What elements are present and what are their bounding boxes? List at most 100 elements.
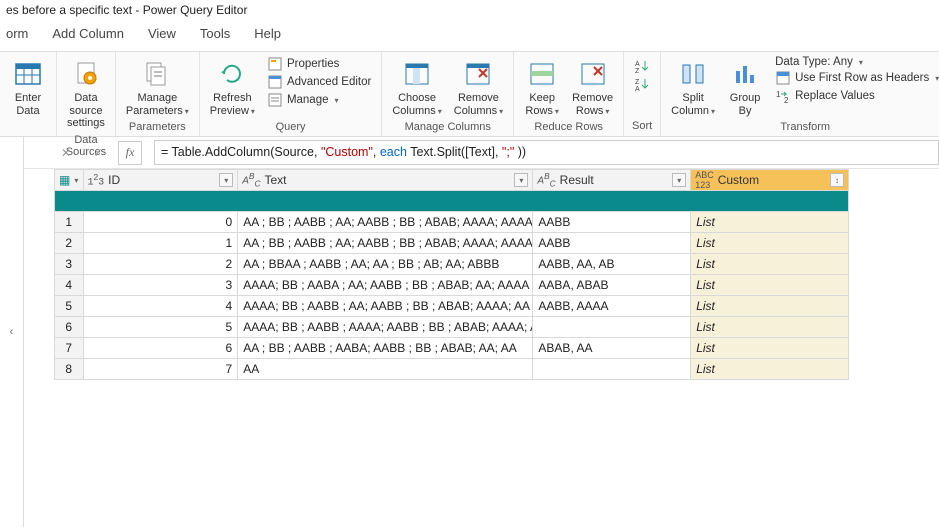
cell-text[interactable]: AAAA; BB ; AABB ; AAAA; AABB ; BB ; ABAB… bbox=[238, 317, 533, 338]
use-first-row-icon bbox=[775, 70, 791, 86]
fx-button[interactable]: fx bbox=[118, 141, 142, 165]
data-source-settings-button[interactable]: Data source settings bbox=[61, 54, 111, 132]
replace-values-icon: 12 bbox=[775, 88, 791, 104]
ribbon: Enter Data . Data source settings Data S… bbox=[0, 51, 939, 137]
table-row[interactable]: 10AA ; BB ; AABB ; AA; AABB ; BB ; ABAB;… bbox=[55, 212, 849, 233]
cell-result[interactable] bbox=[533, 359, 691, 380]
cell-custom[interactable]: List bbox=[691, 233, 849, 254]
filter-id-button[interactable]: ▾ bbox=[219, 173, 233, 187]
table-icon: ▦ bbox=[59, 173, 70, 187]
cell-custom[interactable]: List bbox=[691, 212, 849, 233]
properties-button[interactable]: Properties bbox=[267, 56, 371, 72]
menu-transform[interactable]: orm bbox=[6, 26, 28, 41]
manage-button[interactable]: Manage▾ bbox=[267, 92, 371, 108]
table-row[interactable]: 65AAAA; BB ; AABB ; AAAA; AABB ; BB ; AB… bbox=[55, 317, 849, 338]
cell-id[interactable]: 1 bbox=[83, 233, 238, 254]
cell-result[interactable]: AABB bbox=[533, 233, 691, 254]
cell-id[interactable]: 3 bbox=[83, 275, 238, 296]
sort-desc-icon: ZA bbox=[634, 76, 650, 92]
cell-custom[interactable]: List bbox=[691, 254, 849, 275]
menu-help[interactable]: Help bbox=[254, 26, 281, 41]
svg-text:Z: Z bbox=[635, 68, 640, 74]
col-header-id[interactable]: 123ID▾ bbox=[83, 170, 238, 191]
cell-text[interactable]: AA ; BB ; AABB ; AABA; AABB ; BB ; ABAB;… bbox=[238, 338, 533, 359]
cell-custom[interactable]: List bbox=[691, 359, 849, 380]
data-type-label: Data Type: Any bbox=[775, 56, 853, 68]
cell-result[interactable]: AABB, AA, AB bbox=[533, 254, 691, 275]
formula-bar: ✕ ✓ fx = Table.AddColumn(Source, "Custom… bbox=[24, 137, 939, 169]
table-row[interactable]: 54AAAA; BB ; AABB ; AA; AABB ; BB ; ABAB… bbox=[55, 296, 849, 317]
cell-custom[interactable]: List bbox=[691, 317, 849, 338]
parameters-icon bbox=[141, 58, 173, 90]
table-icon bbox=[12, 58, 44, 90]
text-type-icon: ABC bbox=[242, 171, 260, 188]
data-type-button[interactable]: Data Type: Any▾ bbox=[775, 56, 939, 68]
cell-text[interactable]: AAAA; BB ; AABB ; AA; AABB ; BB ; ABAB; … bbox=[238, 296, 533, 317]
table-row[interactable]: 76AA ; BB ; AABB ; AABA; AABB ; BB ; ABA… bbox=[55, 338, 849, 359]
cell-text[interactable]: AAAA; BB ; AABA ; AA; AABB ; BB ; ABAB; … bbox=[238, 275, 533, 296]
cell-result[interactable]: AABB, AAAA bbox=[533, 296, 691, 317]
use-first-row-button[interactable]: Use First Row as Headers▾ bbox=[775, 70, 939, 86]
filter-result-button[interactable]: ▾ bbox=[672, 173, 686, 187]
cell-custom[interactable]: List bbox=[691, 338, 849, 359]
use-first-row-label: Use First Row as Headers bbox=[795, 72, 929, 84]
group-parameters-label: Parameters bbox=[116, 119, 199, 137]
enter-data-button[interactable]: Enter Data bbox=[4, 54, 52, 119]
table-row[interactable]: 21AA ; BB ; AABB ; AA; AABB ; BB ; ABAB;… bbox=[55, 233, 849, 254]
cell-result[interactable] bbox=[533, 317, 691, 338]
cell-text[interactable]: AA ; BBAA ; AABB ; AA; AA ; BB ; AB; AA;… bbox=[238, 254, 533, 275]
row-number: 4 bbox=[55, 275, 84, 296]
choose-columns-button[interactable]: Choose Columns▾ bbox=[386, 54, 447, 119]
row-number: 6 bbox=[55, 317, 84, 338]
table-row[interactable]: 87AAList bbox=[55, 359, 849, 380]
choose-columns-label: Choose Columns▾ bbox=[392, 92, 441, 117]
remove-rows-label: Remove Rows▾ bbox=[572, 92, 613, 117]
manage-parameters-button[interactable]: Manage Parameters▾ bbox=[120, 54, 195, 119]
cell-id[interactable]: 0 bbox=[83, 212, 238, 233]
filter-text-button[interactable]: ▾ bbox=[514, 173, 528, 187]
collapse-queries-pane[interactable]: ‹ bbox=[0, 137, 24, 527]
enter-data-label: Enter Data bbox=[15, 92, 41, 117]
cancel-formula-button[interactable]: ✕ bbox=[54, 141, 78, 165]
expand-custom-button[interactable]: ↕ bbox=[830, 173, 844, 187]
menu-tools[interactable]: Tools bbox=[200, 26, 230, 41]
cell-text[interactable]: AA ; BB ; AABB ; AA; AABB ; BB ; ABAB; A… bbox=[238, 212, 533, 233]
menu-add-column[interactable]: Add Column bbox=[52, 26, 124, 41]
cell-id[interactable]: 5 bbox=[83, 317, 238, 338]
cell-id[interactable]: 2 bbox=[83, 254, 238, 275]
corner-cell[interactable]: ▦▾ bbox=[55, 170, 84, 191]
col-header-result[interactable]: ABCResult▾ bbox=[533, 170, 691, 191]
split-column-button[interactable]: Split Column▾ bbox=[665, 54, 721, 119]
window-title: es before a specific text - Power Query … bbox=[0, 0, 939, 20]
table-row[interactable]: 32AA ; BBAA ; AABB ; AA; AA ; BB ; AB; A… bbox=[55, 254, 849, 275]
remove-columns-label: Remove Columns▾ bbox=[454, 92, 503, 117]
commit-formula-button[interactable]: ✓ bbox=[86, 141, 110, 165]
advanced-editor-button[interactable]: Advanced Editor bbox=[267, 74, 371, 90]
cell-text[interactable]: AA bbox=[238, 359, 533, 380]
replace-values-button[interactable]: 12 Replace Values bbox=[775, 88, 939, 104]
cell-id[interactable]: 4 bbox=[83, 296, 238, 317]
keep-rows-button[interactable]: Keep Rows▾ bbox=[518, 54, 566, 119]
cell-text[interactable]: AA ; BB ; AABB ; AA; AABB ; BB ; ABAB; A… bbox=[238, 233, 533, 254]
group-by-button[interactable]: Group By bbox=[721, 54, 769, 119]
col-header-custom[interactable]: ABC123Custom↕ bbox=[691, 170, 849, 191]
cell-id[interactable]: 7 bbox=[83, 359, 238, 380]
cell-id[interactable]: 6 bbox=[83, 338, 238, 359]
menu-view[interactable]: View bbox=[148, 26, 176, 41]
remove-rows-button[interactable]: Remove Rows▾ bbox=[566, 54, 619, 119]
cell-result[interactable]: ABAB, AA bbox=[533, 338, 691, 359]
col-header-text[interactable]: ABCText▾ bbox=[238, 170, 533, 191]
cell-result[interactable]: AABB bbox=[533, 212, 691, 233]
table-row[interactable]: 43AAAA; BB ; AABA ; AA; AABB ; BB ; ABAB… bbox=[55, 275, 849, 296]
refresh-icon bbox=[216, 58, 248, 90]
sort-asc-button[interactable]: AZ bbox=[634, 58, 650, 74]
group-sort-label: Sort bbox=[624, 118, 660, 136]
formula-input[interactable]: = Table.AddColumn(Source, "Custom", each… bbox=[154, 140, 939, 165]
sort-desc-button[interactable]: ZA bbox=[634, 76, 650, 92]
cell-custom[interactable]: List bbox=[691, 296, 849, 317]
svg-text:A: A bbox=[635, 61, 640, 68]
cell-result[interactable]: AABA, ABAB bbox=[533, 275, 691, 296]
refresh-preview-button[interactable]: Refresh Preview▾ bbox=[204, 54, 261, 119]
remove-columns-button[interactable]: Remove Columns▾ bbox=[448, 54, 509, 119]
cell-custom[interactable]: List bbox=[691, 275, 849, 296]
